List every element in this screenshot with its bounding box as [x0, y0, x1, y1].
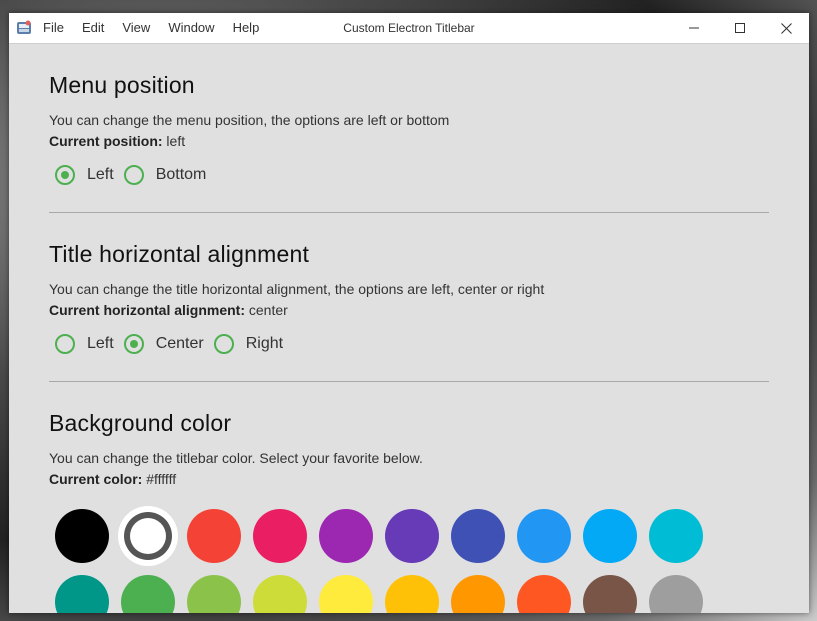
color-swatch[interactable]: [55, 575, 109, 613]
radio-button[interactable]: [123, 165, 144, 185]
current-alignment: Current horizontal alignment: center: [49, 300, 769, 321]
color-swatch[interactable]: [649, 575, 703, 613]
minimize-button[interactable]: [671, 13, 717, 43]
menu-item-file[interactable]: File: [39, 13, 73, 43]
radio-left[interactable]: Left: [55, 165, 114, 185]
color-swatch[interactable]: [649, 509, 703, 563]
color-swatch[interactable]: [451, 575, 505, 613]
color-swatch[interactable]: [319, 509, 373, 563]
window-controls: [671, 13, 809, 43]
current-color: Current color: #ffffff: [49, 469, 769, 490]
radio-right[interactable]: Right: [213, 334, 284, 354]
section-heading: Menu position: [49, 72, 195, 98]
section-description: You can change the titlebar color. Selec…: [49, 450, 423, 466]
radio-left[interactable]: Left: [55, 334, 114, 354]
close-button[interactable]: [763, 13, 809, 43]
radio-label: Center: [155, 335, 204, 352]
radio-button[interactable]: [123, 334, 144, 354]
color-swatch[interactable]: [55, 509, 109, 563]
section-description: You can change the title horizontal alig…: [49, 281, 545, 297]
current-label: Current color:: [49, 471, 143, 487]
current-value: #ffffff: [142, 471, 177, 487]
close-icon: [780, 22, 792, 34]
current-value: left: [162, 133, 186, 149]
radio-button[interactable]: [55, 165, 75, 185]
current-label: Current horizontal alignment:: [49, 302, 245, 318]
color-swatch[interactable]: [517, 575, 571, 613]
menubar: File Edit View Window Help: [39, 13, 268, 43]
radio-label: Bottom: [155, 166, 207, 183]
current-position: Current position: left: [49, 131, 769, 152]
radio-button[interactable]: [55, 334, 75, 354]
color-swatch[interactable]: [583, 509, 637, 563]
main-content: Menu position You can change the menu po…: [9, 44, 809, 613]
current-value: center: [245, 302, 288, 318]
titlebar: File Edit View Window Help Custom Electron T…: [9, 13, 809, 44]
menu-item-edit[interactable]: Edit: [73, 13, 113, 43]
color-swatch[interactable]: [187, 509, 241, 563]
color-swatch[interactable]: [121, 575, 175, 613]
color-swatch[interactable]: [319, 575, 373, 613]
color-swatch[interactable]: [187, 575, 241, 613]
app-icon: [9, 13, 39, 43]
radio-bottom[interactable]: Bottom: [123, 165, 207, 185]
menu-item-view[interactable]: View: [113, 13, 159, 43]
maximize-button[interactable]: [717, 13, 763, 43]
radio-label: Left: [87, 335, 114, 352]
color-swatch[interactable]: [253, 575, 307, 613]
title-alignment-section: Title horizontal alignment You can chang…: [49, 213, 769, 355]
section-heading: Background color: [49, 410, 232, 436]
section-description: You can change the menu position, the op…: [49, 112, 450, 128]
maximize-icon: [735, 23, 745, 33]
section-heading: Title horizontal alignment: [49, 241, 310, 267]
menu-item-window[interactable]: Window: [159, 13, 223, 43]
color-swatch[interactable]: [451, 509, 505, 563]
current-label: Current position:: [49, 133, 163, 149]
app-window: File Edit View Window Help Custom Electron T…: [9, 13, 809, 613]
radio-button[interactable]: [213, 334, 234, 354]
menu-item-help[interactable]: Help: [224, 13, 269, 43]
background-color-section: Background color You can change the titl…: [49, 382, 769, 613]
color-swatch[interactable]: [385, 575, 439, 613]
minimize-icon: [689, 27, 699, 29]
menu-position-section: Menu position You can change the menu po…: [49, 44, 769, 186]
menu-position-radios: Left Bottom: [55, 164, 769, 186]
color-swatch[interactable]: [253, 509, 307, 563]
color-swatch[interactable]: [517, 509, 571, 563]
radio-label: Right: [245, 335, 284, 352]
radio-center[interactable]: Center: [123, 334, 204, 354]
color-swatch[interactable]: [583, 575, 637, 613]
color-swatch[interactable]: [385, 509, 439, 563]
color-swatches: [55, 509, 769, 613]
color-swatch[interactable]: [121, 509, 175, 563]
radio-label: Left: [87, 166, 114, 183]
title-alignment-radios: Left Center Right: [55, 333, 769, 355]
